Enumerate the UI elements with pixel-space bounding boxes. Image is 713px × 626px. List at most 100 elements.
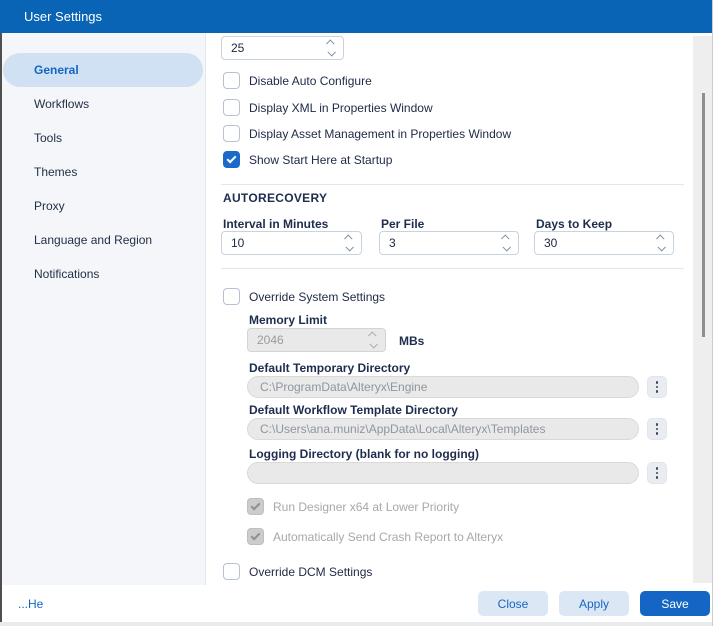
template-directory-value: C:\Users\ana.muniz\AppData\Local\Alteryx… <box>260 422 546 436</box>
interval-input[interactable]: 10 <box>221 231 362 255</box>
checkbox-icon[interactable] <box>223 288 240 305</box>
autorecovery-heading: AUTORECOVERY <box>223 191 328 205</box>
save-button[interactable]: Save <box>640 591 710 616</box>
footer-buttons: Close Apply Save <box>478 591 710 616</box>
memory-limit-input: 2046 <box>247 328 386 352</box>
window-left-edge <box>0 33 2 622</box>
checkbox-icon[interactable] <box>223 72 240 89</box>
chevron-up-icon[interactable] <box>344 234 353 243</box>
per-file-input[interactable]: 3 <box>379 231 519 255</box>
checkbox-override-dcm-settings[interactable]: Override DCM Settings <box>223 563 372 580</box>
scrollbar-thumb[interactable] <box>702 93 705 337</box>
checkbox-label: Disable Auto Configure <box>249 73 372 88</box>
checkbox-label: Automatically Send Crash Report to Alter… <box>273 529 504 544</box>
days-to-keep-value: 30 <box>544 236 558 250</box>
check-icon <box>250 500 261 511</box>
temp-directory-field: C:\ProgramData\Alteryx\Engine <box>247 376 639 398</box>
interval-value: 10 <box>231 236 245 250</box>
chevron-up-icon[interactable] <box>501 234 510 243</box>
sidebar-item-proxy[interactable]: Proxy <box>2 189 205 223</box>
checkbox-disabled-checked-icon <box>247 498 264 515</box>
sidebar-item-language-and-region[interactable]: Language and Region <box>2 223 205 257</box>
sidebar-item-workflows[interactable]: Workflows <box>2 87 205 121</box>
apply-button[interactable]: Apply <box>559 591 629 616</box>
interval-label: Interval in Minutes <box>223 217 329 231</box>
spinner-buttons[interactable] <box>655 234 667 252</box>
checkbox-label: Display XML in Properties Window <box>249 100 433 115</box>
checkbox-show-start-here[interactable]: Show Start Here at Startup <box>223 151 392 168</box>
spinner-buttons[interactable] <box>500 234 512 252</box>
chevron-down-icon[interactable] <box>345 243 354 252</box>
section-divider <box>221 184 684 185</box>
sidebar-item-general[interactable]: General <box>3 53 203 87</box>
per-file-label: Per File <box>381 217 425 231</box>
sidebar-item-label: Themes <box>34 165 78 179</box>
top-number-input[interactable]: 25 <box>221 36 344 60</box>
days-to-keep-input[interactable]: 30 <box>534 231 674 255</box>
section-divider <box>221 268 684 269</box>
window-bottom-edge <box>0 622 712 626</box>
sidebar-item-themes[interactable]: Themes <box>2 155 205 189</box>
vertical-scrollbar[interactable] <box>693 36 712 583</box>
chevron-up-icon[interactable] <box>656 234 665 243</box>
template-directory-field: C:\Users\ana.muniz\AppData\Local\Alteryx… <box>247 418 639 440</box>
help-link[interactable]: ...He <box>18 597 43 611</box>
logging-directory-field <box>247 462 639 484</box>
sidebar-item-label: Tools <box>34 131 63 145</box>
checkbox-label: Show Start Here at Startup <box>249 152 393 167</box>
spinner-buttons[interactable] <box>325 39 337 57</box>
checkbox-icon[interactable] <box>223 563 240 580</box>
sidebar-item-label: Language and Region <box>34 233 153 247</box>
temp-directory-browse-button[interactable] <box>647 376 667 398</box>
checkbox-disable-auto-configure[interactable]: Disable Auto Configure <box>223 72 372 89</box>
title-bar: User Settings <box>0 0 712 33</box>
close-button[interactable]: Close <box>478 591 548 616</box>
top-number-value: 25 <box>231 41 245 55</box>
per-file-value: 3 <box>389 236 396 250</box>
sidebar-item-label: Notifications <box>34 267 100 281</box>
days-to-keep-label: Days to Keep <box>536 217 613 231</box>
sidebar-item-tools[interactable]: Tools <box>2 121 205 155</box>
checkbox-send-crash-report: Automatically Send Crash Report to Alter… <box>247 528 503 545</box>
settings-sidebar: General Workflows Tools Themes Proxy Lan… <box>2 33 206 585</box>
chevron-down-icon[interactable] <box>657 243 666 252</box>
checkbox-label: Display Asset Management in Properties W… <box>249 126 512 141</box>
checkbox-icon[interactable] <box>223 125 240 142</box>
logging-directory-browse-button[interactable] <box>647 462 667 484</box>
template-directory-label: Default Workflow Template Directory <box>249 403 458 417</box>
checkbox-icon[interactable] <box>223 99 240 116</box>
checkbox-disabled-checked-icon <box>247 528 264 545</box>
checkbox-label: Run Designer x64 at Lower Priority <box>273 499 460 514</box>
spinner-buttons[interactable] <box>343 234 355 252</box>
checkbox-run-designer-lower-priority: Run Designer x64 at Lower Priority <box>247 498 459 515</box>
temp-directory-label: Default Temporary Directory <box>249 361 411 375</box>
dialog-title: User Settings <box>24 9 103 24</box>
dialog-footer: ...He Close Apply Save <box>0 585 712 622</box>
checkbox-override-system-settings[interactable]: Override System Settings <box>223 288 385 305</box>
chevron-down-icon[interactable] <box>327 48 336 57</box>
memory-unit-label: MBs <box>399 334 425 348</box>
check-icon <box>226 153 237 164</box>
temp-directory-value: C:\ProgramData\Alteryx\Engine <box>260 380 428 394</box>
chevron-up-icon <box>368 331 377 340</box>
checkbox-label: Override System Settings <box>249 289 386 304</box>
checkbox-display-asset-management[interactable]: Display Asset Management in Properties W… <box>223 125 511 142</box>
check-icon <box>250 530 261 541</box>
memory-limit-label: Memory Limit <box>249 313 328 327</box>
spinner-buttons <box>367 331 379 349</box>
template-directory-browse-button[interactable] <box>647 418 667 440</box>
memory-limit-value: 2046 <box>257 333 284 347</box>
checkbox-label: Override DCM Settings <box>249 564 373 579</box>
sidebar-item-label: General <box>34 63 79 77</box>
sidebar-item-label: Workflows <box>34 97 90 111</box>
logging-directory-label: Logging Directory (blank for no logging) <box>249 447 479 461</box>
sidebar-item-label: Proxy <box>34 199 65 213</box>
sidebar-item-notifications[interactable]: Notifications <box>2 257 205 291</box>
user-settings-dialog: User Settings General Workflows Tools Th… <box>0 0 713 626</box>
checkbox-checked-icon[interactable] <box>223 151 240 168</box>
chevron-down-icon[interactable] <box>502 243 511 252</box>
chevron-up-icon[interactable] <box>326 39 335 48</box>
checkbox-display-xml[interactable]: Display XML in Properties Window <box>223 99 433 116</box>
chevron-down-icon <box>369 340 378 349</box>
general-settings-panel: 25 Disable Auto Configure Display XML in… <box>207 33 693 585</box>
